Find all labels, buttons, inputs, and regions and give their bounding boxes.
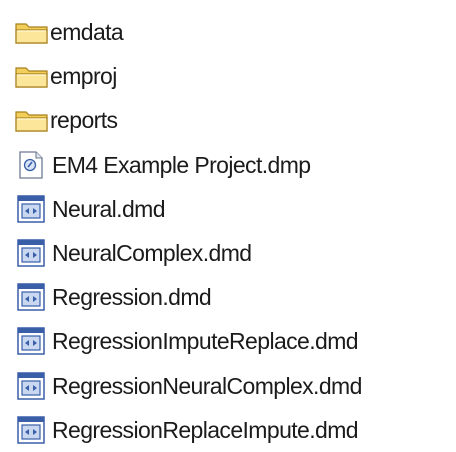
diagram-file-icon xyxy=(14,282,52,312)
file-name: RegressionNeuralComplex.dmd xyxy=(52,372,362,399)
diagram-file-icon xyxy=(14,326,52,356)
list-item-regressionneuralcomplex[interactable]: RegressionNeuralComplex.dmd xyxy=(14,364,454,408)
list-item-emdata[interactable]: emdata xyxy=(14,10,454,54)
diagram-file-icon xyxy=(14,371,52,401)
diagram-file-icon xyxy=(14,415,52,445)
diagram-file-icon xyxy=(14,194,52,224)
folder-icon xyxy=(14,61,52,91)
dump-file-icon xyxy=(14,150,52,180)
file-name: Neural.dmd xyxy=(52,195,165,222)
file-name: emdata xyxy=(50,19,124,46)
file-name: RegressionImputeReplace.dmd xyxy=(52,328,359,355)
file-list: emdata emproj reports EM4 Example Projec… xyxy=(14,10,454,452)
list-item-emproj[interactable]: emproj xyxy=(14,54,454,98)
file-name: EM4 Example Project.dmp xyxy=(52,151,311,178)
list-item-regressionimputereplace[interactable]: RegressionImputeReplace.dmd xyxy=(14,319,454,363)
list-item-neural[interactable]: Neural.dmd xyxy=(14,187,454,231)
diagram-file-icon xyxy=(14,238,52,268)
file-name: reports xyxy=(50,107,118,134)
list-item-regression[interactable]: Regression.dmd xyxy=(14,275,454,319)
list-item-regressionreplaceimpute[interactable]: RegressionReplaceImpute.dmd xyxy=(14,408,454,452)
list-item-neuralcomplex[interactable]: NeuralComplex.dmd xyxy=(14,231,454,275)
file-name: NeuralComplex.dmd xyxy=(52,240,252,267)
folder-icon xyxy=(14,17,52,47)
file-name: Regression.dmd xyxy=(52,284,212,311)
file-name: emproj xyxy=(50,63,117,90)
list-item-em4-example-project[interactable]: EM4 Example Project.dmp xyxy=(14,143,454,187)
file-name: RegressionReplaceImpute.dmd xyxy=(52,416,359,443)
list-item-reports[interactable]: reports xyxy=(14,98,454,142)
folder-icon xyxy=(14,105,52,135)
